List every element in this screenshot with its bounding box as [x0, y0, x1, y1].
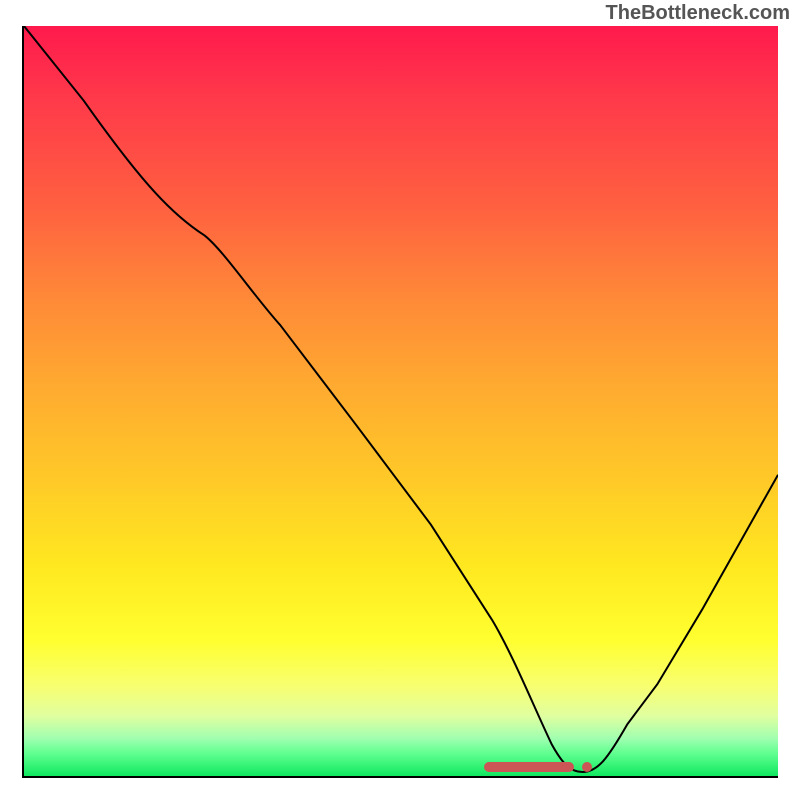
optimal-range-marker: [484, 762, 574, 772]
chart-curve-svg: [24, 26, 778, 776]
chart-plot-area: [22, 26, 778, 778]
optimal-range-marker-dot: [582, 762, 592, 772]
watermark-text: TheBottleneck.com: [606, 2, 790, 25]
bottleneck-curve-path: [24, 26, 778, 772]
